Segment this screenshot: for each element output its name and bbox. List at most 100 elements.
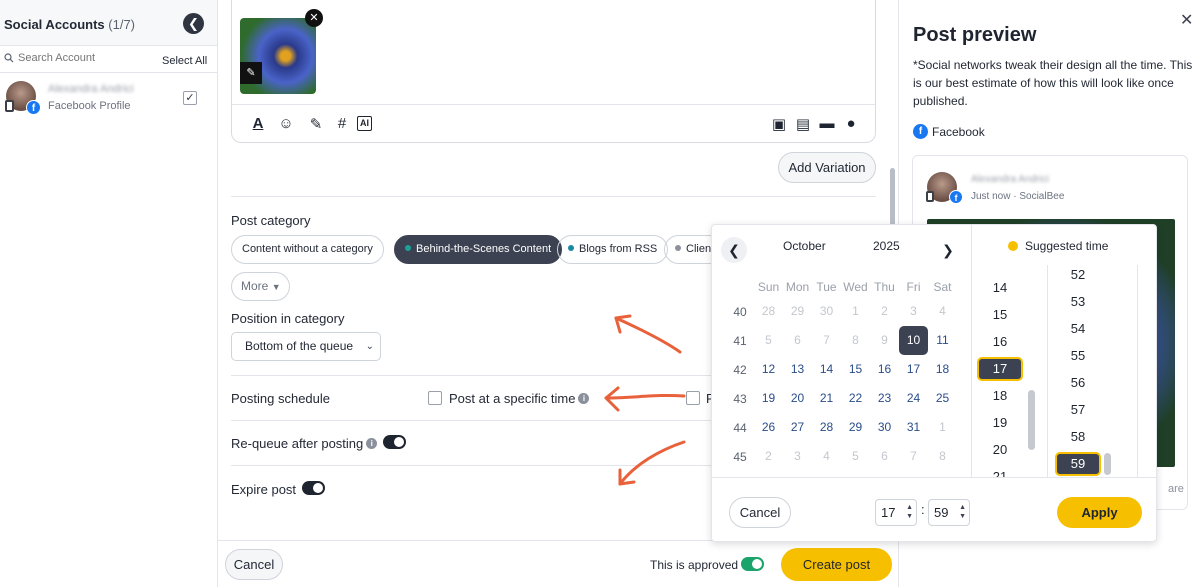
hour-option[interactable]: 15 [977,303,1023,327]
more-categories-button[interactable]: More ▼ [231,272,290,301]
calendar-day[interactable]: 6 [870,442,899,471]
stepper-arrows-icon[interactable]: ▲ ▼ [906,503,913,521]
text-format-icon[interactable]: A [248,115,268,132]
next-month-button[interactable]: ❯ [935,237,961,263]
calendar-day[interactable]: 4 [812,442,841,471]
position-select[interactable]: Bottom of the queue ⌄ [231,332,381,361]
calendar-day[interactable]: 10 [899,326,928,355]
calendar-day[interactable]: 26 [754,413,783,442]
calendar-day[interactable]: 8 [841,326,870,355]
calendar-day[interactable]: 5 [841,442,870,471]
minute-option[interactable]: 55 [1055,344,1101,368]
calendar-day[interactable]: 28 [812,413,841,442]
search-account-input[interactable] [18,52,138,64]
hour-option[interactable]: 21 [977,465,1023,477]
hour-option[interactable]: 13 [977,265,1023,273]
minute-option[interactable]: 57 [1055,398,1101,422]
create-post-button[interactable]: Create post [781,548,892,581]
calendar-year[interactable]: 2025 [873,239,900,253]
approved-toggle[interactable] [741,557,764,571]
calendar-day[interactable]: 13 [783,355,812,384]
calendar-day[interactable]: 1 [841,297,870,326]
calendar-day[interactable]: 8 [928,442,957,471]
calendar-month[interactable]: October [783,239,826,253]
edit-media-icon[interactable]: ✎ [240,62,262,84]
calendar-day[interactable]: 29 [841,413,870,442]
minute-option[interactable]: 58 [1055,425,1101,449]
account-checkbox[interactable]: ✓ [183,91,197,105]
specific-time-checkbox[interactable] [428,391,442,405]
chip-behind-the-scenes[interactable]: Behind-the-Scenes Content [394,235,563,264]
minute-option[interactable]: 54 [1055,317,1101,341]
minute-stepper[interactable]: 59 ▲ ▼ [928,499,970,526]
calendar-day[interactable]: 12 [754,355,783,384]
calendar-day[interactable]: 30 [812,297,841,326]
hour-option[interactable]: 16 [977,330,1023,354]
hour-option[interactable]: 18 [977,384,1023,408]
more-options-icon[interactable]: ● [841,115,861,132]
calendar-day[interactable]: 14 [812,355,841,384]
editor-scrollbar[interactable] [890,168,895,228]
calendar-day[interactable]: 5 [754,326,783,355]
cancel-button[interactable]: Cancel [225,549,283,580]
apply-button[interactable]: Apply [1057,497,1142,528]
upload-icon[interactable]: ▬ [817,115,837,132]
calendar-day[interactable]: 18 [928,355,957,384]
calendar-day[interactable]: 2 [754,442,783,471]
hour-stepper[interactable]: 17 ▲ ▼ [875,499,917,526]
calendar-day[interactable]: 2 [870,297,899,326]
calendar-day[interactable]: 29 [783,297,812,326]
calendar-day[interactable]: 22 [841,384,870,413]
calendar-day[interactable]: 28 [754,297,783,326]
calendar-day[interactable]: 1 [928,413,957,442]
chip-content-without-category[interactable]: Content without a category [231,235,384,264]
calendar-day[interactable]: 16 [870,355,899,384]
calendar-day[interactable]: 7 [899,442,928,471]
emoji-icon[interactable]: ☺ [276,115,296,132]
account-item[interactable]: f Alexandra Andrici Facebook Profile ✓ [0,78,217,118]
stepper-arrows-icon[interactable]: ▲ ▼ [959,503,966,521]
requeue-toggle[interactable] [383,435,406,449]
hour-option[interactable]: 19 [977,411,1023,435]
hour-scrollbar[interactable] [1028,390,1035,450]
minute-option[interactable]: 53 [1055,290,1101,314]
minute-scrollbar[interactable] [1104,453,1111,475]
minute-option[interactable]: 56 [1055,371,1101,395]
remove-media-icon[interactable]: ✕ [305,9,323,27]
hour-option[interactable]: 14 [977,276,1023,300]
select-all-link[interactable]: Select All [162,55,207,67]
image-icon[interactable]: ▣ [769,115,789,133]
calendar-day[interactable]: 7 [812,326,841,355]
calendar-day[interactable]: 15 [841,355,870,384]
calendar-day[interactable]: 4 [928,297,957,326]
minute-column[interactable]: 52 53 54 55 56 57 58 59 [1055,265,1105,477]
picker-cancel-button[interactable]: Cancel [729,497,791,528]
calendar-day[interactable]: 25 [928,384,957,413]
hour-option[interactable]: 20 [977,438,1023,462]
add-variation-button[interactable]: Add Variation [778,152,876,183]
magic-hashtag-icon[interactable]: ✎ [306,115,326,133]
calendar-day[interactable]: 27 [783,413,812,442]
ai-icon[interactable]: AI [357,116,372,131]
calendar-day[interactable]: 9 [870,326,899,355]
calendar-day[interactable]: 21 [812,384,841,413]
calendar-day[interactable]: 11 [928,326,957,355]
chip-blogs-from-rss[interactable]: Blogs from RSS [557,235,669,264]
calendar-day[interactable]: 3 [783,442,812,471]
hour-column[interactable]: 13 14 15 16 17 18 19 20 21 [977,265,1027,477]
calendar-day[interactable]: 24 [899,384,928,413]
document-icon[interactable]: ▤ [793,115,813,133]
calendar-day[interactable]: 6 [783,326,812,355]
calendar-day[interactable]: 17 [899,355,928,384]
close-icon[interactable]: ✕ [1180,10,1193,30]
minute-option[interactable]: 52 [1055,265,1101,287]
prev-month-button[interactable]: ❮ [721,237,747,263]
calendar-day[interactable]: 30 [870,413,899,442]
collapse-sidebar-button[interactable]: ❮ [183,13,204,34]
calendar-day[interactable]: 3 [899,297,928,326]
calendar-day[interactable]: 20 [783,384,812,413]
hour-option[interactable]: 17 [977,357,1023,381]
second-schedule-checkbox[interactable] [686,391,700,405]
calendar-day[interactable]: 23 [870,384,899,413]
minute-option[interactable]: 59 [1055,452,1101,476]
